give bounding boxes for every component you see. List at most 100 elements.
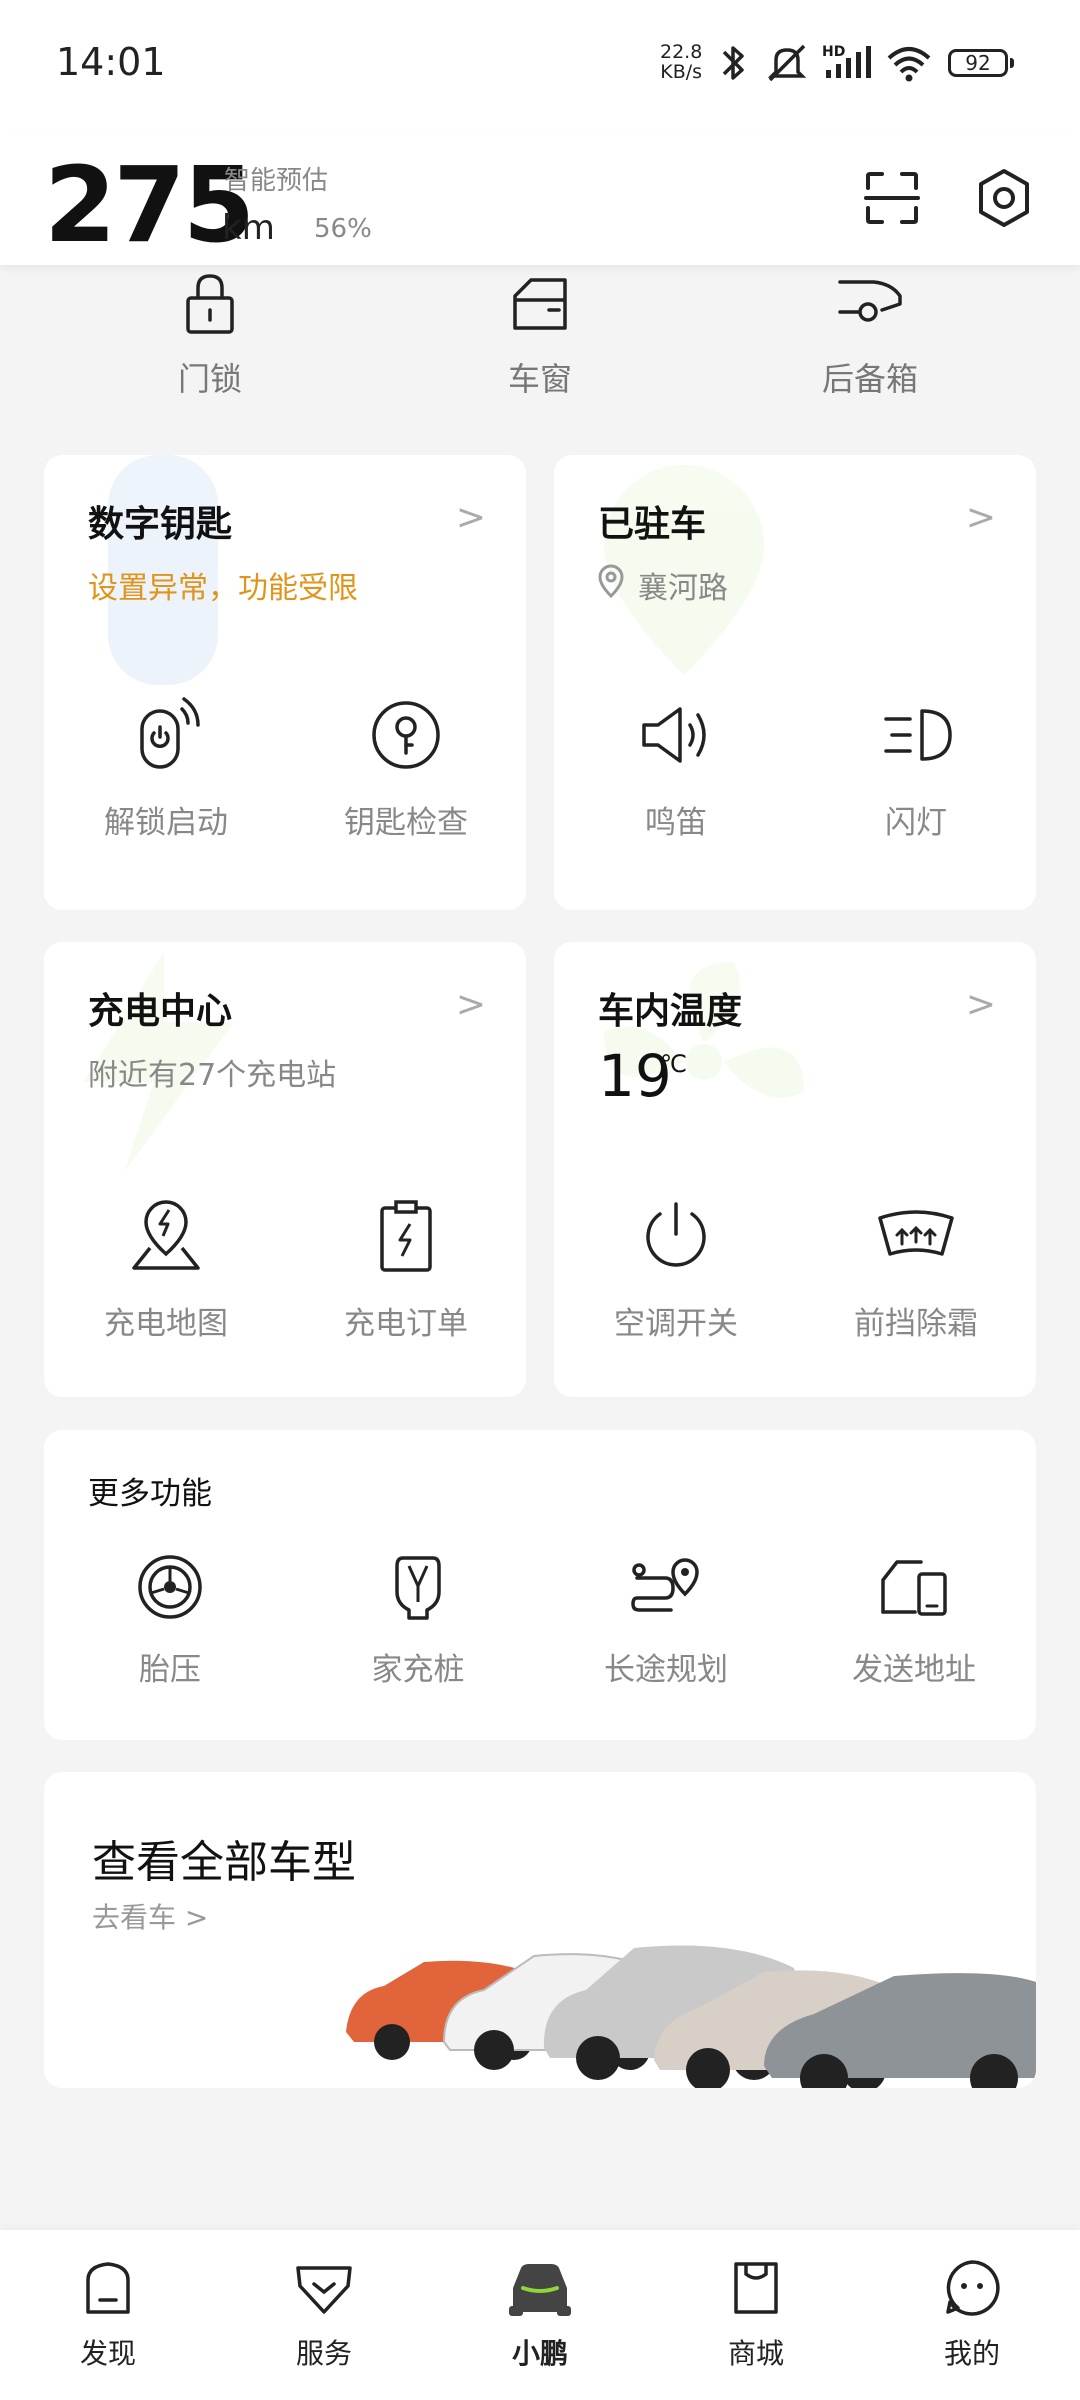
charge-order-button[interactable]: 充电订单 (286, 1196, 526, 1343)
wifi-icon (887, 47, 931, 82)
net-speed-value: 22.8 (660, 41, 703, 63)
flash-light-button[interactable]: 闪灯 (796, 695, 1036, 842)
battery-icon: 92 (948, 49, 1014, 77)
status-bar: 14:01 22.8 KB/s HD 92 (0, 0, 1080, 130)
quick-control-label: 车窗 (507, 360, 572, 398)
quick-control-window[interactable]: 车窗 (430, 270, 650, 400)
status-time: 14:01 (56, 40, 166, 84)
horn-button[interactable]: 鸣笛 (556, 695, 796, 842)
action-label: 充电订单 (344, 1306, 468, 1342)
digital-key-warning: 设置异常，功能受限 (88, 571, 358, 606)
nav-service[interactable]: 服务 (239, 2258, 409, 2372)
key-check-button[interactable]: 钥匙检查 (286, 695, 526, 842)
action-label: 充电地图 (104, 1306, 228, 1342)
action-label: 钥匙检查 (344, 805, 468, 841)
range-value: 275 (44, 144, 255, 266)
card-title: 充电中心 (88, 991, 233, 1032)
nav-label: 小鹏 (511, 2337, 568, 2370)
card-title: 已驻车 (598, 504, 707, 545)
action-label: 长途规划 (604, 1652, 728, 1688)
nav-label: 我的 (943, 2337, 1000, 2370)
nav-label: 商城 (727, 2337, 784, 2370)
battery-percent: 56% (314, 214, 372, 244)
trunk-icon (838, 280, 902, 322)
chevron-right-icon[interactable]: > (966, 497, 996, 538)
key-check-icon (372, 701, 440, 769)
quick-control-lock[interactable]: 门锁 (100, 270, 320, 400)
send-address-icon (881, 1560, 947, 1616)
nearby-stations: 附近有27个充电站 (88, 1058, 337, 1093)
send-address-button[interactable]: 发送地址 (794, 1552, 1034, 1689)
service-icon (296, 2266, 352, 2314)
quick-control-label: 门锁 (177, 360, 242, 398)
chevron-right-icon[interactable]: > (456, 984, 486, 1025)
mute-icon (767, 44, 807, 82)
range-label: 智能预估 (224, 166, 329, 196)
nav-label: 服务 (295, 2337, 352, 2370)
card-title: 数字钥匙 (88, 504, 233, 545)
action-label: 胎压 (139, 1652, 201, 1688)
action-label: 家充桩 (371, 1652, 465, 1688)
all-models-card[interactable]: 查看全部车型 去看车 > (44, 1772, 1036, 2088)
car-icon (509, 2264, 571, 2316)
mall-icon (734, 2262, 778, 2314)
tire-pressure-button[interactable]: 胎压 (50, 1552, 290, 1689)
window-icon (513, 278, 567, 330)
nav-xpeng[interactable]: 小鹏 (455, 2258, 625, 2372)
home-charger-button[interactable]: 家充桩 (298, 1552, 538, 1689)
action-label: 前挡除霜 (854, 1306, 978, 1342)
action-label: 空调开关 (614, 1306, 738, 1342)
horn-icon (642, 707, 706, 763)
bluetooth-icon (722, 46, 744, 80)
card-title: 车内温度 (598, 991, 743, 1032)
charge-map-icon (132, 1200, 200, 1270)
chevron-right-icon[interactable]: > (966, 984, 996, 1025)
net-speed-unit: KB/s (660, 61, 703, 83)
more-functions-card: 更多功能 胎压 家充桩 长途规划 发送地址 (44, 1430, 1036, 1740)
charge-order-icon (380, 1200, 432, 1272)
lock-icon (186, 274, 234, 334)
power-icon (646, 1202, 706, 1267)
unlock-start-button[interactable]: 解锁启动 (46, 695, 286, 842)
range-unit: km (222, 208, 275, 248)
cabin-temperature-card[interactable]: 车内温度 > 19 ℃ 空调开关 前挡除霜 (554, 942, 1036, 1397)
location-pin-icon (598, 564, 624, 599)
settings-icon[interactable] (972, 166, 1036, 230)
quick-control-label: 后备箱 (821, 360, 918, 398)
parked-card[interactable]: 已驻车 > 襄河路 鸣笛 闪灯 (554, 455, 1036, 910)
nav-mall[interactable]: 商城 (671, 2258, 841, 2372)
front-defrost-button[interactable]: 前挡除霜 (796, 1196, 1036, 1343)
chevron-right-icon: > (184, 1901, 209, 1934)
nav-discover[interactable]: 发现 (23, 2258, 193, 2372)
action-label: 发送地址 (852, 1652, 976, 1688)
defrost-icon (878, 1210, 954, 1256)
home-charger-icon (395, 1556, 441, 1620)
more-functions-title: 更多功能 (88, 1476, 212, 1512)
tire-icon (138, 1555, 202, 1619)
digital-key-card[interactable]: 数字钥匙 > 设置异常，功能受限 解锁启动 钥匙检查 (44, 455, 526, 910)
action-label: 闪灯 (885, 805, 947, 841)
route-icon (631, 1558, 699, 1612)
route-planning-button[interactable]: 长途规划 (546, 1552, 786, 1689)
net-speed: 22.8 KB/s (660, 42, 702, 82)
all-models-title: 查看全部车型 (92, 1837, 356, 1888)
scan-icon[interactable] (862, 168, 922, 228)
charging-center-card[interactable]: 充电中心 > 附近有27个充电站 充电地图 充电订单 (44, 942, 526, 1397)
signal-icon (826, 46, 871, 78)
chevron-right-icon[interactable]: > (456, 497, 486, 538)
see-cars-link[interactable]: 去看车 > (92, 1896, 208, 1936)
discover-icon (86, 2262, 130, 2314)
see-cars-label: 去看车 (92, 1901, 177, 1934)
quick-control-trunk[interactable]: 后备箱 (760, 270, 980, 400)
charge-map-button[interactable]: 充电地图 (46, 1196, 286, 1343)
car-lineup-image (346, 1945, 1036, 2088)
nav-profile[interactable]: 我的 (887, 2258, 1057, 2372)
unlock-start-icon (140, 697, 200, 769)
bottom-navigation: 发现 服务 小鹏 商城 我的 (0, 2230, 1080, 2400)
action-label: 鸣笛 (645, 805, 707, 841)
ac-power-button[interactable]: 空调开关 (556, 1196, 796, 1343)
profile-icon (946, 2260, 1000, 2316)
temperature-unit: ℃ (660, 1050, 687, 1078)
action-label: 解锁启动 (104, 805, 228, 841)
range-header: 275 智能预估 km 56% (0, 130, 1080, 265)
